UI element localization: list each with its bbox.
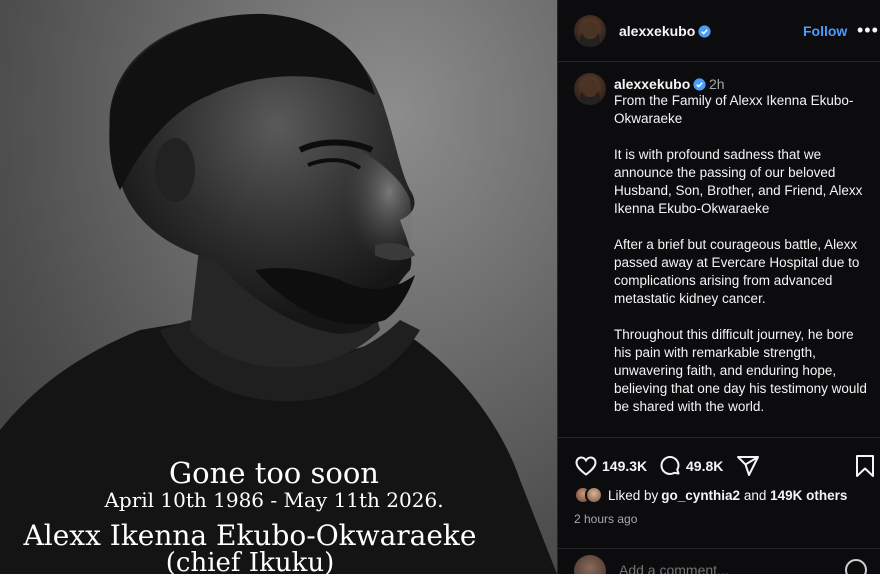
verified-badge-icon xyxy=(693,78,706,91)
liked-by-others[interactable]: 149K others xyxy=(770,488,847,503)
comment-paragraph: After a brief but courageous battle, Ale… xyxy=(614,237,860,306)
comment-paragraph: It is with profound sadness that we anno… xyxy=(614,147,863,216)
post-image[interactable]: Gone too soon April 10th 1986 - May 11th… xyxy=(0,0,557,574)
author-username[interactable]: alexxekubo xyxy=(619,23,711,39)
like-button[interactable]: 149.3K xyxy=(574,454,647,478)
comment-input[interactable] xyxy=(619,562,819,574)
liked-by-row: Liked by go_cynthia2 and 149K others xyxy=(574,486,847,504)
bookmark-icon xyxy=(856,455,874,477)
comment-avatar[interactable] xyxy=(574,73,606,105)
liked-by-prefix: Liked by xyxy=(608,487,659,503)
post-sidebar: alexxekubo Follow ••• alexxekubo 2h From… xyxy=(557,0,880,574)
comment-timestamp[interactable]: 2h xyxy=(709,76,725,92)
post-header: alexxekubo Follow ••• xyxy=(558,0,880,62)
current-user-avatar xyxy=(574,555,606,574)
comment-username-text[interactable]: alexxekubo xyxy=(614,76,690,92)
post-actions: 149.3K 49.8K Liked by go_cynthia2 and 14… xyxy=(558,438,880,558)
comment-paragraph: Throughout this difficult journey, he bo… xyxy=(614,327,867,414)
follow-button[interactable]: Follow xyxy=(803,23,847,39)
liked-by-user[interactable]: go_cynthia2 xyxy=(661,488,740,503)
caption-dates: April 10th 1986 - May 11th 2026. xyxy=(104,488,444,512)
like-count[interactable]: 149.3K xyxy=(602,458,647,474)
caption-comment: alexxekubo 2h From the Family of Alexx I… xyxy=(558,62,880,438)
caption-nickname: (chief Ikuku) xyxy=(165,548,335,574)
comment-username[interactable]: alexxekubo xyxy=(614,76,706,92)
emoji-icon[interactable] xyxy=(845,559,867,574)
liker-avatar[interactable] xyxy=(585,486,603,504)
add-comment-bar xyxy=(558,548,880,574)
comment-paragraph: From the Family of Alexx Ikenna Ekubo-Ok… xyxy=(614,93,854,126)
caption-heading: Gone too soon xyxy=(169,456,379,490)
save-button[interactable] xyxy=(855,454,875,478)
comment-button[interactable]: 49.8K xyxy=(658,454,723,478)
heart-icon xyxy=(575,456,597,476)
comment-body: From the Family of Alexx Ikenna Ekubo-Ok… xyxy=(614,92,874,434)
comment-count[interactable]: 49.8K xyxy=(686,458,723,474)
more-options-icon[interactable]: ••• xyxy=(857,20,879,41)
post-timestamp[interactable]: 2 hours ago xyxy=(574,512,637,526)
avatar[interactable] xyxy=(574,15,606,47)
comment-icon xyxy=(660,456,680,475)
liked-by-and: and xyxy=(740,487,771,503)
share-button[interactable] xyxy=(736,454,760,478)
author-username-text[interactable]: alexxekubo xyxy=(619,23,695,39)
verified-badge-icon xyxy=(698,25,711,38)
share-icon xyxy=(737,456,759,476)
